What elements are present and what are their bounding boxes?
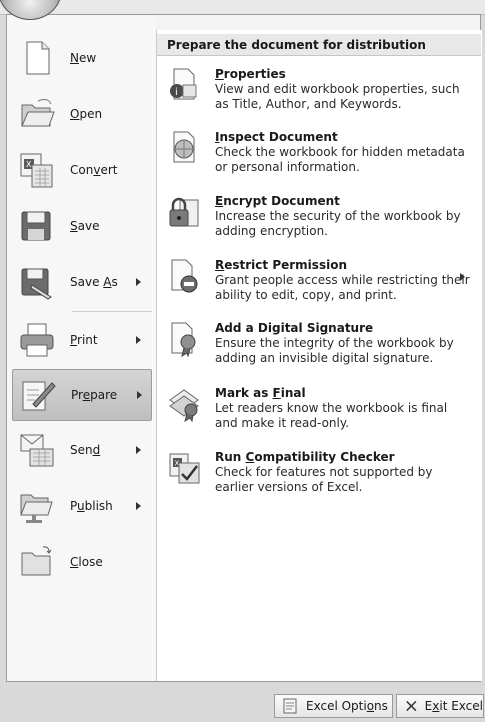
prepare-pen-icon [22, 381, 56, 411]
menu-label: Close [70, 555, 103, 569]
submenu-item-encrypt-document[interactable]: Encrypt Document Increase the security o… [166, 194, 476, 246]
restrict-permission-icon [171, 259, 198, 293]
submenu-item-digital-signature[interactable]: Add a Digital Signature Ensure the integ… [166, 321, 476, 373]
submenu-item-description: Check the workbook for hidden metadata o… [215, 145, 465, 174]
menu-label: Prepare [71, 388, 118, 402]
printer-icon [20, 323, 54, 357]
submenu-item-mark-as-final[interactable]: Mark as Final Let readers know the workb… [166, 386, 476, 436]
menu-item-print[interactable]: Print [12, 314, 152, 366]
menu-item-send[interactable]: Send [12, 424, 152, 476]
close-folder-icon [21, 546, 52, 576]
submenu-item-description: Ensure the integrity of the workbook by … [215, 336, 454, 365]
menu-item-open[interactable]: Open [12, 88, 152, 140]
digital-signature-icon [171, 322, 196, 357]
submenu-header: Prepare the document for distribution [156, 34, 481, 56]
menu-item-close[interactable]: Close [12, 536, 152, 588]
submenu-arrow-icon [136, 502, 141, 510]
menu-label: Print [70, 333, 98, 347]
exit-excel-label: Exit Excel [424, 699, 483, 713]
menu-label: Open [70, 107, 103, 121]
submenu-item-title: Restrict Permission [215, 258, 347, 272]
menu-item-prepare[interactable]: Prepare [12, 369, 152, 421]
excel-options-label: Excel Options [306, 699, 388, 713]
menu-item-new[interactable]: New [12, 32, 152, 84]
submenu-item-inspect-document[interactable]: Inspect Document Check the workbook for … [166, 130, 476, 182]
publish-icon [20, 494, 53, 523]
new-document-icon [26, 41, 50, 75]
submenu-arrow-icon [136, 336, 141, 344]
menu-label: Save [70, 219, 100, 233]
menu-label: Send [70, 443, 101, 457]
submenu-item-title: Mark as Final [215, 386, 306, 400]
save-floppy-icon [21, 211, 51, 241]
submenu-item-description: Grant people access while restricting th… [215, 273, 470, 302]
excel-options-button[interactable]: Excel Options [274, 694, 393, 718]
menu-item-save-as[interactable]: Save As [12, 256, 152, 308]
menu-label: Convert [70, 163, 118, 177]
title-strip [0, 0, 485, 15]
options-icon [283, 698, 297, 714]
menu-item-convert[interactable]: X Convert [12, 144, 152, 196]
submenu-item-title: Properties [215, 67, 286, 81]
submenu-item-title: Inspect Document [215, 130, 338, 144]
submenu-item-description: Increase the security of the workbook by… [215, 209, 461, 238]
submenu-item-description: Check for features not supported by earl… [215, 465, 433, 494]
submenu-item-description: Let readers know the workbook is final a… [215, 401, 448, 430]
submenu-arrow-icon [460, 273, 465, 281]
submenu-item-description: View and edit workbook properties, such … [215, 82, 460, 111]
mark-final-icon [169, 389, 199, 422]
submenu-item-compatibility-checker[interactable]: X Run Compatibility Checker Check for fe… [166, 450, 476, 500]
submenu-item-properties[interactable]: i Properties View and edit workbook prop… [166, 67, 476, 117]
convert-icon: X [20, 153, 53, 188]
menu-label: New [70, 51, 97, 65]
svg-text:i: i [175, 87, 178, 98]
menu-label: Save As [70, 275, 118, 289]
submenu-item-title: Run Compatibility Checker [215, 450, 395, 464]
menu-item-save[interactable]: Save [12, 200, 152, 252]
menu-separator [72, 311, 152, 312]
svg-text:X: X [26, 160, 32, 169]
submenu-item-restrict-permission[interactable]: Restrict Permission Grant people access … [166, 258, 476, 310]
close-x-icon [406, 700, 417, 712]
inspect-document-icon [173, 131, 195, 163]
open-folder-icon [21, 99, 55, 127]
encrypt-lock-icon [169, 197, 199, 227]
submenu-item-title: Add a Digital Signature [215, 321, 374, 335]
exit-excel-button[interactable]: Exit Excel [396, 694, 484, 718]
save-as-icon [21, 268, 52, 300]
submenu-arrow-icon [136, 278, 141, 286]
menu-label: Publish [70, 499, 113, 513]
send-mail-icon [20, 434, 54, 467]
submenu-item-title: Encrypt Document [215, 194, 340, 208]
submenu-arrow-icon [136, 446, 141, 454]
compatibility-checker-icon: X [169, 453, 200, 484]
properties-icon: i [170, 68, 197, 100]
submenu-arrow-icon [137, 391, 142, 399]
menu-item-publish[interactable]: Publish [12, 480, 152, 532]
